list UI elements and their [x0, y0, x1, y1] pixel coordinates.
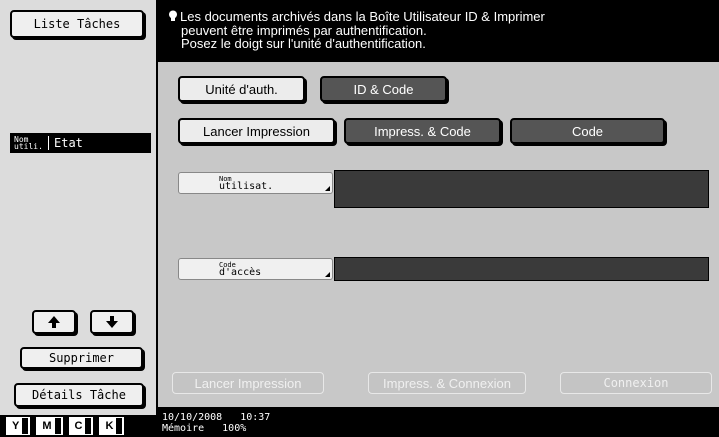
connect-button[interactable]: Connexion	[560, 372, 712, 394]
col-state-label: Etat	[54, 136, 83, 150]
toner-indicator-bar: Y M C K	[0, 415, 157, 437]
toner-c: C	[68, 417, 94, 435]
status-row-datetime: 10/10/2008 10:37	[162, 412, 719, 423]
job-details-button[interactable]: Détails Tâche	[14, 383, 144, 407]
toner-y-label: Y	[12, 420, 20, 432]
toner-y: Y	[6, 417, 31, 435]
scroll-up-button[interactable]	[32, 310, 76, 334]
launch-print-mode-button[interactable]: Lancer Impression	[178, 118, 335, 144]
access-code-label-line2: d'accès	[219, 266, 262, 278]
message-line-1: Les documents archivés dans la Boîte Uti…	[168, 10, 719, 24]
status-memory-label: Mémoire	[162, 423, 205, 434]
status-time: 10:37	[240, 412, 271, 423]
delete-label: Supprimer	[48, 351, 115, 365]
job-list-column-header: Nom utili. Etat	[10, 133, 151, 153]
tab-auth-unit[interactable]: Unité d'auth.	[178, 76, 305, 102]
status-memory-value: 100%	[222, 423, 247, 434]
job-list-button[interactable]: Liste Tâches	[10, 10, 144, 38]
toner-y-level	[22, 418, 29, 434]
print-connect-label: Impress. & Connexion	[383, 375, 511, 391]
tab-auth-unit-label: Unité d'auth.	[205, 81, 278, 97]
toner-k-label: K	[105, 420, 114, 432]
corner-marker-icon	[325, 186, 330, 191]
username-field-button[interactable]: Nom utilisat.	[178, 172, 333, 194]
status-bar: 10/10/2008 10:37 Mémoire 100%	[158, 407, 719, 437]
delete-button[interactable]: Supprimer	[20, 347, 143, 369]
launch-print-button[interactable]: Lancer Impression	[172, 372, 324, 394]
toner-c-label: C	[74, 420, 83, 432]
print-code-mode-label: Impress. & Code	[374, 123, 471, 139]
tab-id-code[interactable]: ID & Code	[320, 76, 447, 102]
code-mode-label: Code	[571, 123, 604, 139]
corner-marker-icon	[325, 272, 330, 277]
code-mode-button[interactable]: Code	[510, 118, 665, 144]
left-panel: Liste Tâches Nom utili. Etat Supprimer D…	[0, 0, 157, 437]
main-panel: Unité d'auth. ID & Code Lancer Impressio…	[158, 62, 719, 407]
job-details-label: Détails Tâche	[32, 388, 126, 402]
job-list-label: Liste Tâches	[33, 17, 121, 31]
message-text-1: Les documents archivés dans la Boîte Uti…	[180, 9, 545, 24]
access-code-field-button[interactable]: Code d'accès	[178, 258, 333, 280]
arrow-down-icon	[106, 316, 118, 328]
scroll-down-button[interactable]	[90, 310, 134, 334]
status-row-memory: Mémoire 100%	[162, 423, 719, 434]
toner-c-level	[85, 418, 92, 434]
print-connect-button[interactable]: Impress. & Connexion	[368, 372, 526, 394]
status-date: 10/10/2008	[162, 412, 223, 423]
print-code-mode-button[interactable]: Impress. & Code	[344, 118, 501, 144]
col-user-label: Nom utili.	[14, 136, 44, 151]
username-label-line2: utilisat.	[219, 180, 274, 192]
col-user-line2: utili.	[14, 142, 43, 151]
toner-k: K	[99, 417, 125, 435]
info-bulb-icon	[169, 10, 177, 21]
launch-print-label: Lancer Impression	[194, 375, 302, 391]
connect-label: Connexion	[603, 376, 669, 390]
toner-m-level	[54, 418, 61, 434]
column-divider	[48, 136, 49, 150]
toner-m: M	[36, 417, 63, 435]
launch-print-mode-label: Lancer Impression	[203, 123, 310, 139]
message-line-3: Posez le doigt sur l'unité d'authentific…	[181, 36, 426, 51]
arrow-up-icon	[48, 316, 60, 328]
toner-m-label: M	[42, 420, 52, 432]
username-value	[334, 170, 709, 208]
access-code-value	[334, 257, 709, 281]
toner-k-level	[116, 418, 123, 434]
tab-id-code-label: ID & Code	[353, 81, 414, 97]
message-area: Les documents archivés dans la Boîte Uti…	[158, 0, 719, 62]
message-line-2: peuvent être imprimés par authentificati…	[181, 22, 427, 38]
